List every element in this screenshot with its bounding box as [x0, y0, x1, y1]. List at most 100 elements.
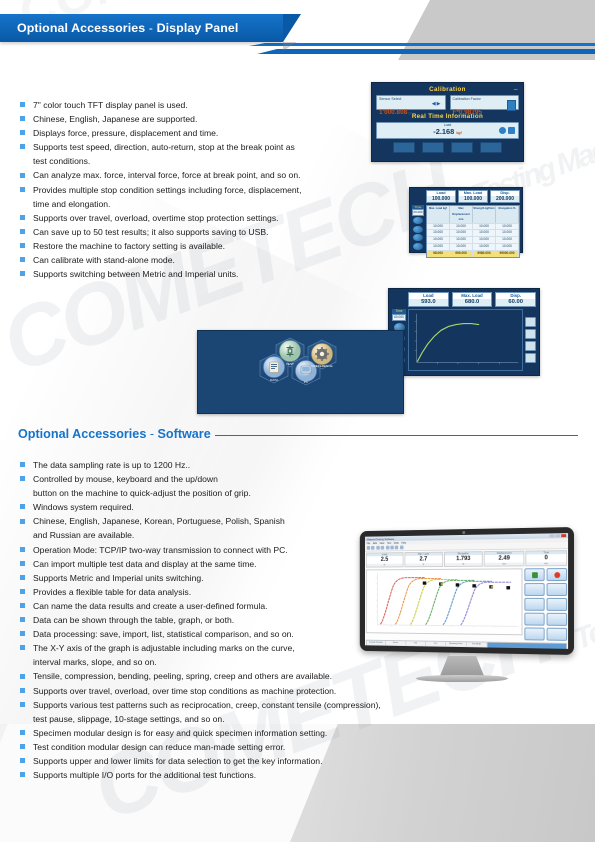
graph-tool-settings[interactable] [525, 317, 536, 327]
toolbar-button-menu[interactable] [480, 142, 502, 153]
feature-bullet-text: Displays force, pressure, displacement a… [33, 128, 219, 139]
graph-tool-list[interactable] [525, 353, 536, 363]
bullet-square-icon [20, 504, 25, 510]
tool-new-icon[interactable] [366, 545, 371, 550]
feature-bullet-text: Supports multiple I/O ports for the addi… [33, 770, 257, 781]
software-readout-cell: Max. Load 2.7 N [404, 551, 443, 568]
bullet-square-icon [20, 214, 25, 220]
tool-save-icon[interactable] [376, 545, 380, 550]
pad-down-fast-button[interactable] [524, 597, 545, 611]
toolbar-button-ok[interactable] [451, 142, 473, 153]
banner-arrow [283, 14, 301, 42]
bullet-square-icon [20, 574, 25, 580]
minimize-icon[interactable]: ⚊ [514, 86, 518, 92]
toolbar-button-up[interactable] [393, 142, 415, 153]
software-control-pad[interactable] [523, 568, 568, 641]
hex-label-preference: PREFERENCE [311, 364, 332, 368]
sensor-select-field[interactable]: Sensor Select 1'000.808kgf ◀▶ [376, 95, 446, 116]
graph-toolbar[interactable] [525, 309, 536, 371]
hex-label-data: DATA [270, 378, 279, 382]
feature-bullet-text: Supports switching between Metric and Im… [33, 269, 239, 280]
calibration-toolbar[interactable] [376, 142, 519, 153]
sidebar-icon-search[interactable] [413, 242, 423, 250]
header-rule-thick [257, 49, 595, 54]
feature-bullet: Supports upper and lower limits for data… [20, 754, 480, 768]
sensor-stepper-arrows[interactable]: ◀▶ [432, 101, 442, 107]
calibration-factor-field[interactable]: Calibration Factor F*0.98795 [449, 95, 519, 116]
graph-readout-card: Disp. 60.00 [495, 292, 537, 307]
pad-save-button[interactable] [546, 612, 568, 626]
menu-item[interactable]: File [367, 542, 371, 545]
close-icon[interactable] [561, 533, 567, 538]
header-rule-thin [249, 43, 595, 46]
sidebar-icon-save[interactable] [413, 234, 423, 242]
feature-bullet-text: Provides a flexible table for data analy… [33, 586, 192, 597]
pad-down-button[interactable] [546, 597, 568, 611]
results-grid[interactable]: Max. Load kgf Max Displacement mm Strength… [426, 205, 520, 258]
tool-export-icon[interactable] [399, 545, 404, 550]
pad-table-view-button[interactable] [524, 627, 545, 641]
feature-bullet-text: Restore the machine to factory setting i… [33, 240, 226, 251]
menu-item[interactable]: Help [401, 541, 406, 544]
hex-label-pc: PC [304, 380, 309, 384]
table-cell: 10.000 [496, 236, 519, 244]
feature-bullet-continuation: test pause, slippage, 10-stage settings,… [33, 713, 225, 724]
table-row[interactable]: 10.000 10.000 10.000 10.000 [427, 236, 519, 244]
menu-item[interactable]: Edit [373, 542, 377, 545]
table-row[interactable]: 10.000 10.000 10.000 10.000 [427, 243, 519, 250]
grid-column-header: Max. Load kgf [427, 206, 450, 223]
pad-up-button[interactable] [546, 583, 568, 596]
minimize-icon[interactable] [549, 534, 555, 538]
feature-bullet-text: Supports Metric and Imperial units switc… [33, 572, 204, 583]
graph-tool-save[interactable] [525, 329, 536, 339]
feature-bullet: Displays force, pressure, displacement a… [20, 126, 365, 140]
display-panel-feature-list: 7" color touch TFT display panel is used… [20, 98, 365, 281]
pad-zoom-button[interactable] [524, 612, 545, 626]
tool-chart-icon[interactable] [390, 545, 394, 550]
feature-bullet-text: Data processing: save, import, list, sta… [33, 629, 294, 640]
bullet-square-icon [20, 744, 25, 750]
tool-zoom-icon[interactable] [385, 545, 390, 550]
pad-split-view-button[interactable] [546, 627, 568, 641]
realtime-action-icons[interactable] [499, 127, 515, 134]
window-controls[interactable] [549, 533, 567, 538]
software-table-cell: Tensile [466, 646, 488, 649]
tool-open-icon[interactable] [371, 545, 375, 550]
software-section-heading: Optional Accessories - Software [18, 427, 578, 441]
bullet-square-icon [20, 546, 25, 552]
pad-start-button[interactable] [524, 568, 545, 582]
tool-table-icon[interactable] [395, 545, 399, 550]
menu-item[interactable]: Data [394, 541, 399, 544]
monitor-bezel: Material Testing Software File Edit View Te… [359, 527, 574, 655]
feature-bullet-text: Controlled by mouse, keyboard and the up… [33, 474, 218, 485]
pad-record-button[interactable] [546, 568, 568, 582]
banner-shadow [283, 42, 297, 51]
menu-item[interactable]: Test [387, 541, 391, 544]
table-cell: 10.000 [427, 229, 450, 237]
menu-item[interactable]: View [379, 542, 384, 545]
realtime-load-readout: Load -2.168 kgf [376, 122, 519, 139]
feature-bullet-text: Windows system required. [33, 502, 134, 513]
feature-bullet-text: Can import multiple test data and displa… [33, 558, 257, 569]
bullet-square-icon [20, 144, 25, 150]
keypad-icon[interactable] [507, 100, 516, 111]
sidebar-icon-pause[interactable] [413, 225, 423, 233]
toolbar-button-add[interactable] [422, 142, 444, 153]
feature-bullet-text: Chinese, English, Japanese are supported… [33, 114, 198, 125]
pad-up-fast-button[interactable] [524, 583, 545, 596]
bullet-square-icon [20, 617, 25, 623]
sensor-select-value: 1'000.808kgf [379, 109, 412, 117]
bullet-square-icon [20, 631, 25, 637]
table-row[interactable]: 10.000 10.000 10.000 10.000 [427, 229, 519, 237]
maximize-icon[interactable] [555, 534, 561, 538]
feature-bullet-text: Supports over travel, overload, over tim… [33, 685, 337, 696]
graph-readout-card: Max. Load 680.0 [451, 292, 493, 307]
tool-print-icon[interactable] [380, 545, 385, 550]
table-row[interactable]: 10.000 10.000 10.000 10.000 [427, 222, 519, 230]
sidebar-icon-back[interactable] [413, 217, 423, 225]
bullet-square-icon [20, 116, 25, 122]
bullet-square-icon [20, 130, 25, 136]
table-row[interactable]: 98.000 999.000 9980.000 99000.000 [427, 249, 519, 257]
graph-tool-print[interactable] [525, 341, 536, 351]
webcam-icon [461, 531, 465, 535]
